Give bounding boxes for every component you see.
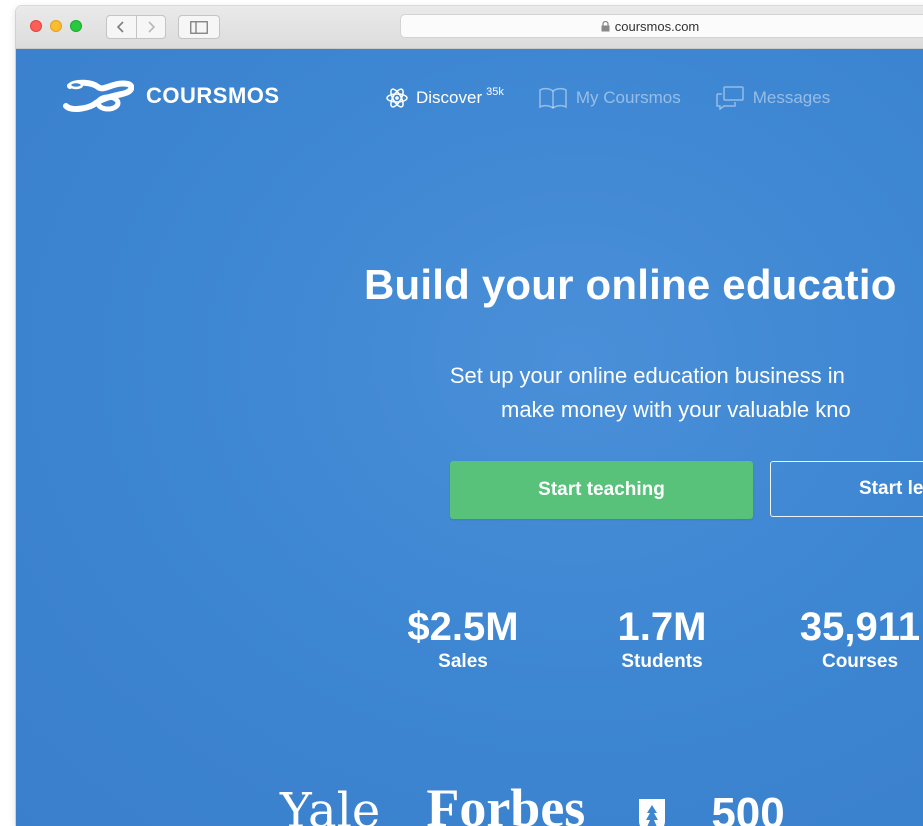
stat-sales-value: $2.5M — [407, 605, 519, 649]
hero-subtitle-line-2: make money with your valuable kno — [501, 397, 851, 422]
nav-discover[interactable]: Discover 35k — [386, 86, 504, 109]
discover-count-badge: 35k — [486, 86, 504, 98]
lock-icon — [601, 20, 610, 32]
browser-toolbar: coursmos.com — [16, 6, 923, 49]
address-bar[interactable]: coursmos.com — [400, 14, 923, 38]
stat-sales: $2.5M Sales — [388, 605, 538, 673]
nav-messages-label: Messages — [752, 88, 831, 107]
stat-students-label: Students — [621, 651, 703, 672]
brand-logo[interactable]: COURSMOS — [62, 77, 280, 115]
coursmos-logo-icon — [63, 79, 134, 113]
close-window-button[interactable] — [30, 20, 42, 32]
main-nav: Discover 35k My Coursmos Messages — [386, 86, 864, 110]
atom-icon — [386, 87, 408, 109]
zoom-window-button[interactable] — [70, 20, 82, 32]
history-buttons — [106, 15, 166, 39]
stat-students-value: 1.7M — [617, 605, 707, 649]
chat-bubbles-icon — [715, 86, 745, 110]
start-teaching-button[interactable]: Start teaching — [450, 461, 753, 519]
stat-courses: 35,911 Courses — [782, 605, 923, 673]
press-logo-500: 500 — [711, 789, 785, 826]
forward-icon[interactable] — [135, 16, 166, 38]
stanford-tree-icon — [635, 795, 669, 826]
hero-subtitle: Set up your online education business in… — [444, 359, 851, 427]
press-logo-forbes: Forbes — [426, 778, 586, 826]
stat-students: 1.7M Students — [588, 605, 736, 673]
url-text: coursmos.com — [614, 18, 700, 34]
minimize-window-button[interactable] — [50, 20, 62, 32]
hero-subtitle-line-1: Set up your online education business in — [449, 363, 845, 388]
book-icon — [538, 87, 568, 109]
brand-name: COURSMOS — [146, 83, 280, 108]
nav-my-coursmos-label: My Coursmos — [575, 88, 681, 107]
stat-courses-value: 35,911 — [799, 605, 921, 649]
nav-discover-label: Discover — [416, 88, 483, 107]
stat-sales-label: Sales — [438, 651, 488, 672]
back-icon[interactable] — [107, 16, 136, 38]
sidebar-icon[interactable] — [178, 15, 220, 39]
browser-window: coursmos.com COURSMOS Discover 35k My Co… — [16, 6, 923, 826]
nav-messages[interactable]: Messages — [715, 86, 830, 110]
nav-my-coursmos[interactable]: My Coursmos — [538, 87, 681, 109]
press-logo-yale: Yale — [280, 783, 381, 826]
start-learning-button[interactable]: Start le — [770, 461, 923, 517]
press-logos: Yale Forbes 500 — [280, 777, 785, 826]
hero-headline: Build your online educatio — [364, 261, 897, 308]
stat-courses-label: Courses — [821, 651, 899, 672]
landing-page: COURSMOS Discover 35k My Coursmos Messag… — [16, 49, 923, 826]
